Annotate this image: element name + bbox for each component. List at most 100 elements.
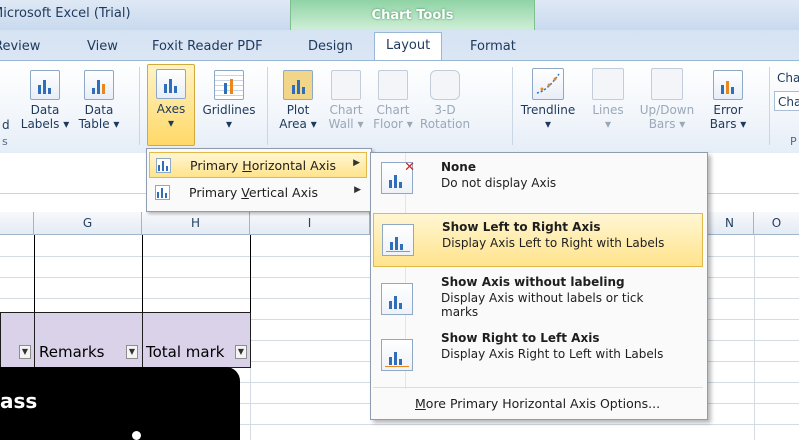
shape-text: ass	[0, 389, 38, 413]
chart-name-field[interactable]: Cha	[774, 91, 799, 111]
group-separator	[139, 67, 140, 145]
data-labels-icon	[30, 70, 60, 100]
error-bars-icon	[713, 70, 743, 100]
total-marks-header-label: Total mark	[146, 343, 225, 361]
axes-menu: Primary Horizontal Axis ▶ Primary Vertic…	[146, 148, 372, 212]
option-none[interactable]: ✕ None Do not display Axis	[373, 156, 703, 202]
column-header-g[interactable]: G	[34, 212, 142, 234]
chart-floor-icon	[378, 70, 408, 100]
option-none-title: None	[441, 160, 476, 174]
submenu-arrow-icon: ▶	[354, 185, 361, 195]
chart-floor-button[interactable]: Chart Floor ▾	[370, 64, 416, 144]
data-table-icon	[84, 70, 114, 100]
rotation-3d-label: 3-D Rotation	[419, 103, 471, 131]
filter-dropdown-icon[interactable]: ▼	[126, 345, 138, 359]
data-labels-label: Data Labels ▾	[20, 103, 70, 131]
option-left-to-right[interactable]: Show Left to Right Axis Display Axis Lef…	[373, 213, 703, 267]
plot-area-icon	[283, 70, 313, 100]
column-header-n[interactable]: N	[706, 212, 754, 234]
column-header-h[interactable]: H	[142, 212, 250, 234]
chart-name-label: Cha	[777, 71, 799, 85]
table-header-total-marks: Total mark ▼	[142, 312, 251, 368]
grid-line	[754, 235, 755, 440]
up-down-bars-label: Up/Down Bars ▾	[639, 103, 695, 131]
black-shape-overlay[interactable]: ass	[0, 367, 240, 440]
gridlines-button[interactable]: Gridlines ▾	[199, 64, 259, 144]
tab-review[interactable]: Review	[0, 39, 40, 54]
option-without-labeling-title: Show Axis without labeling	[441, 275, 625, 289]
column-header-o[interactable]: O	[754, 212, 799, 234]
vertical-axis-icon	[155, 185, 170, 200]
axes-icon	[156, 69, 186, 99]
rotation-3d-button[interactable]: 3-D Rotation	[416, 64, 474, 144]
option-right-to-left-desc: Display Axis Right to Left with Labels	[441, 347, 664, 361]
trendline-button[interactable]: Trendline ▾	[516, 64, 580, 144]
chart-tools-label: Chart Tools	[371, 8, 454, 23]
filter-dropdown-icon[interactable]: ▼	[235, 345, 247, 359]
lines-label: Lines ▾	[592, 103, 624, 131]
remarks-header-label: Remarks	[39, 343, 105, 361]
axis-without-labeling-icon	[381, 283, 413, 315]
option-none-desc: Do not display Axis	[441, 176, 557, 190]
plot-area-label: Plot Area ▾	[279, 103, 317, 131]
column-header-i[interactable]: I	[250, 212, 370, 234]
plot-area-button[interactable]: Plot Area ▾	[276, 64, 320, 144]
axes-label: Axes ▾	[156, 102, 186, 130]
option-left-to-right-desc: Display Axis Left to Right with Labels	[442, 236, 665, 250]
ribbon-partial-label: d	[2, 118, 10, 132]
chart-wall-label: Chart Wall ▾	[328, 103, 364, 131]
data-table-button[interactable]: Data Table ▾	[73, 64, 125, 144]
data-labels-button[interactable]: Data Labels ▾	[19, 64, 71, 144]
horizontal-axis-icon	[156, 158, 171, 173]
chart-wall-button[interactable]: Chart Wall ▾	[324, 64, 368, 144]
tab-format[interactable]: Format	[470, 39, 516, 54]
group-separator	[267, 67, 268, 145]
tab-view[interactable]: View	[87, 39, 118, 54]
lines-button[interactable]: Lines ▾	[587, 64, 629, 144]
tab-layout[interactable]: Layout	[374, 32, 443, 61]
gridlines-label: Gridlines ▾	[202, 103, 256, 131]
properties-group-label: P	[790, 135, 797, 148]
primary-horizontal-axis-label: Primary Horizontal Axis	[190, 158, 337, 173]
window-title: Microsoft Excel (Trial)	[0, 6, 131, 21]
column-header-partial[interactable]	[0, 212, 34, 234]
group-separator	[512, 67, 513, 145]
menu-separator	[373, 387, 703, 388]
trendline-label: Trendline ▾	[520, 103, 576, 131]
rotation-3d-icon	[430, 70, 460, 100]
primary-horizontal-axis-item[interactable]: Primary Horizontal Axis ▶	[149, 152, 367, 178]
primary-vertical-axis-item[interactable]: Primary Vertical Axis ▶	[149, 180, 367, 206]
option-right-to-left-title: Show Right to Left Axis	[441, 331, 600, 345]
option-without-labeling-desc: Display Axis without labels or tick mark…	[441, 291, 644, 319]
up-down-bars-button[interactable]: Up/Down Bars ▾	[636, 64, 698, 144]
right-to-left-axis-icon	[381, 339, 413, 371]
data-table-label: Data Table ▾	[78, 103, 120, 131]
ribbon-tabs: Review View Foxit Reader PDF Design Layo…	[0, 30, 799, 61]
axes-button[interactable]: Axes ▾	[147, 64, 195, 146]
lines-icon	[592, 68, 624, 100]
option-right-to-left[interactable]: Show Right to Left Axis Display Axis Rig…	[373, 329, 703, 379]
tab-foxit-reader-pdf[interactable]: Foxit Reader PDF	[152, 39, 263, 54]
chart-floor-label: Chart Floor ▾	[373, 103, 413, 131]
filter-dropdown-icon[interactable]: ▼	[19, 345, 31, 359]
gridlines-icon	[214, 70, 244, 100]
chart-wall-icon	[331, 70, 361, 100]
tab-design[interactable]: Design	[308, 39, 353, 54]
table-header-cell: ▼	[0, 312, 35, 368]
more-axis-options-item[interactable]: More Primary Horizontal Axis Options...	[415, 396, 660, 411]
error-bars-label: Error Bars ▾	[709, 103, 747, 131]
up-down-bars-icon	[651, 68, 683, 100]
option-without-labeling[interactable]: Show Axis without labeling Display Axis …	[373, 273, 703, 325]
error-bars-button[interactable]: Error Bars ▾	[703, 64, 753, 144]
shape-handle[interactable]	[132, 431, 141, 440]
submenu-arrow-icon: ▶	[353, 158, 360, 168]
horizontal-axis-menu: ✕ None Do not display Axis Show Left to …	[370, 152, 708, 420]
group-label-partial: s	[2, 135, 8, 148]
left-to-right-axis-icon	[382, 224, 414, 256]
no-axis-icon: ✕	[381, 160, 415, 194]
table-header-remarks: Remarks ▼	[34, 312, 143, 368]
trendline-icon	[532, 68, 564, 100]
primary-vertical-axis-label: Primary Vertical Axis	[189, 185, 318, 200]
option-left-to-right-title: Show Left to Right Axis	[442, 220, 601, 234]
ribbon-panel: d s Data Labels ▾ Data Table ▾ Axes ▾ Gr…	[0, 60, 799, 154]
